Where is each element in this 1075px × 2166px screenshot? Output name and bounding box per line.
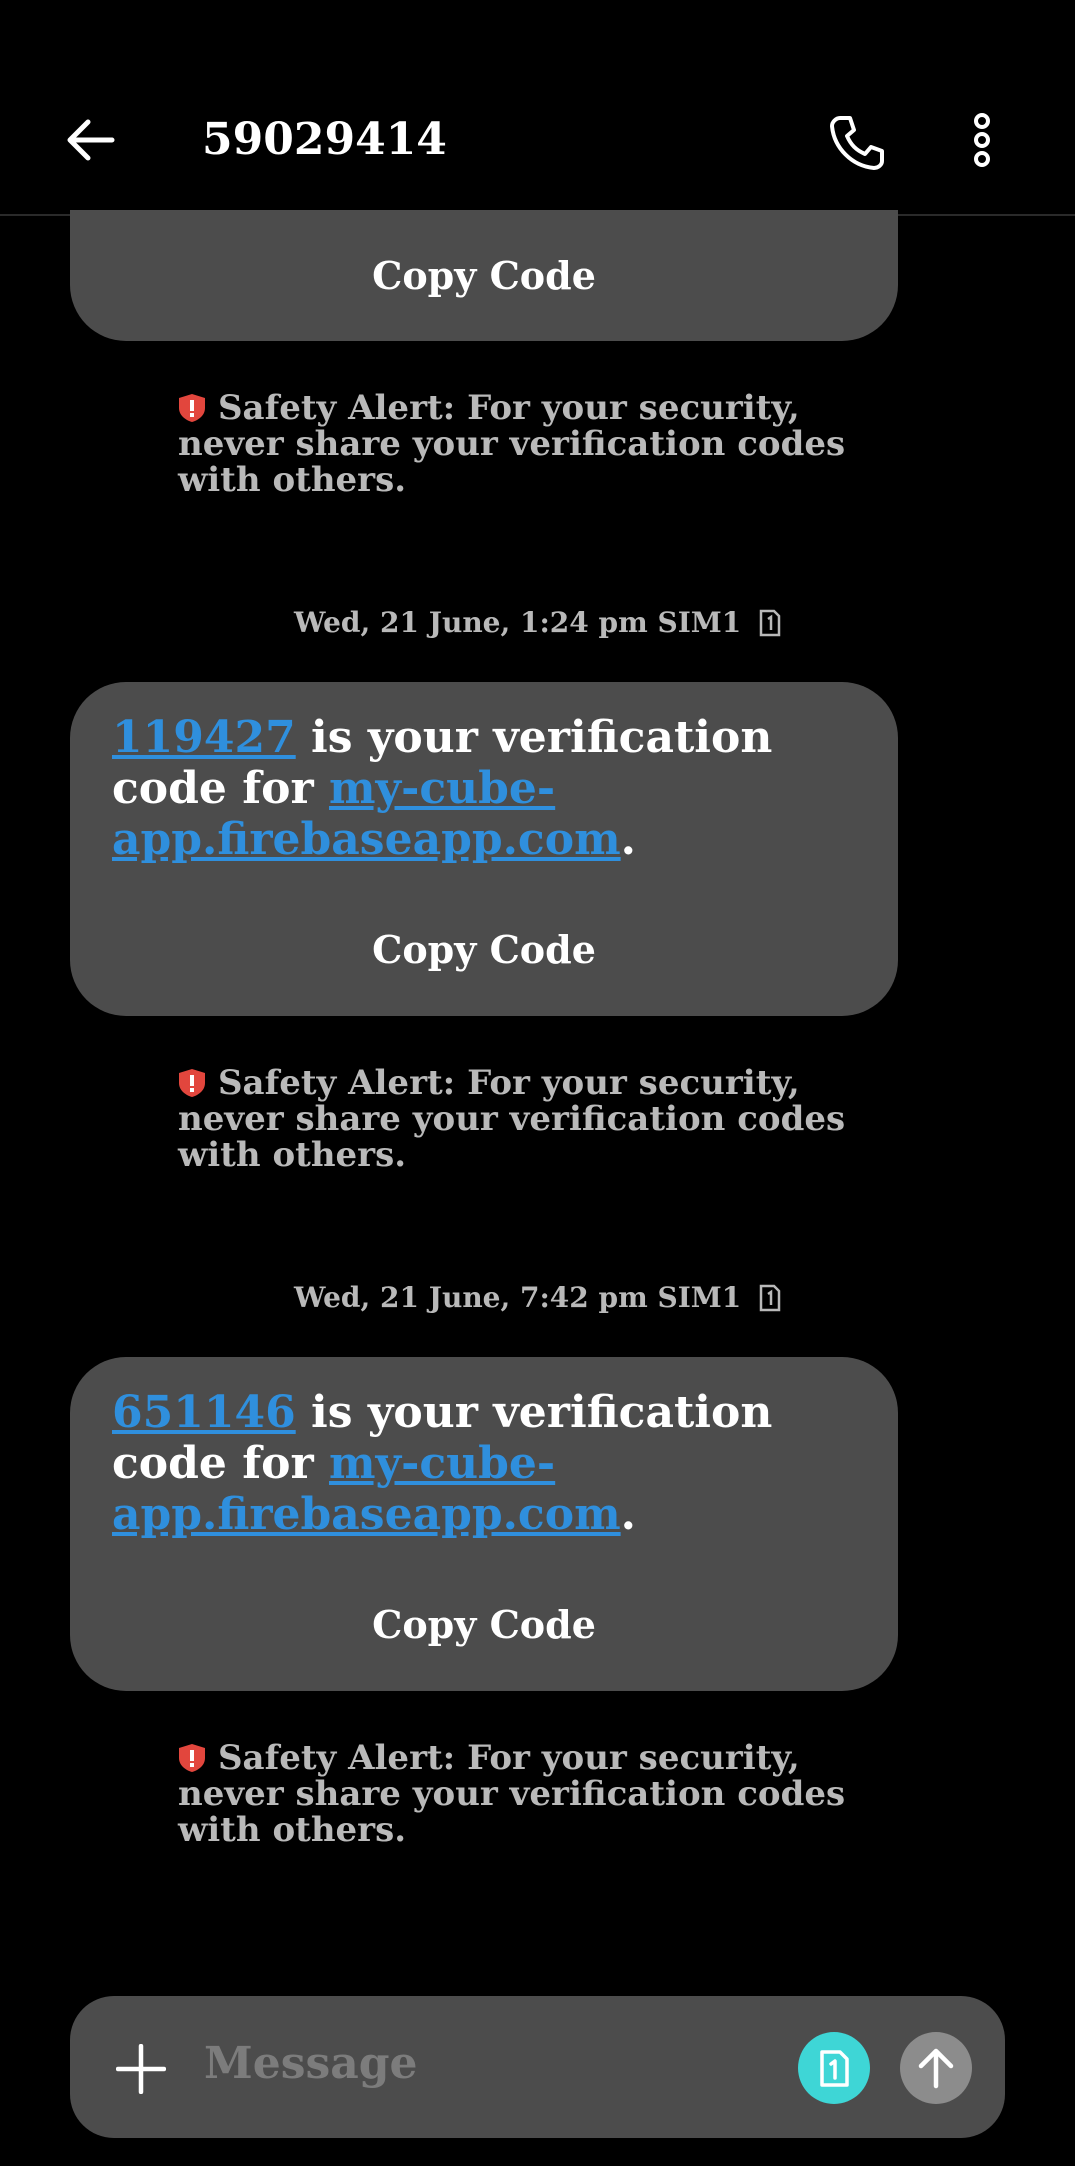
copy-code-button[interactable]: Copy Code xyxy=(70,1601,898,1649)
safety-alert: Safety Alert: For your security, never s… xyxy=(178,390,898,498)
send-arrow-up-icon xyxy=(918,2048,954,2089)
safety-alert: Safety Alert: For your security, never s… xyxy=(178,1740,898,1848)
verification-code-link[interactable]: 651146 xyxy=(112,1387,296,1438)
copy-code-button[interactable]: Copy Code xyxy=(70,252,898,300)
shield-alert-icon xyxy=(179,394,205,422)
plus-icon[interactable] xyxy=(116,2044,166,2094)
sim-select-button[interactable] xyxy=(798,2032,870,2104)
sim-label: SIM1 xyxy=(657,606,742,639)
message-timestamp: Wed, 21 June, 1:24 pm SIM1 xyxy=(0,603,1075,643)
message-text: 119427 is your verification code for my-… xyxy=(112,712,773,865)
message-input[interactable] xyxy=(202,2032,806,2094)
timestamp-text: Wed, 21 June, 7:42 pm xyxy=(293,1281,648,1314)
phone-icon[interactable] xyxy=(826,112,888,174)
message-composer xyxy=(70,1996,1005,2138)
message-text: 651146 is your verification code for my-… xyxy=(112,1387,773,1540)
arrow-left-icon[interactable] xyxy=(62,112,118,168)
timestamp-text: Wed, 21 June, 1:24 pm xyxy=(293,606,648,639)
sim-1-icon xyxy=(820,2050,849,2087)
contact-title: 59029414 xyxy=(202,114,447,165)
send-button[interactable] xyxy=(900,2032,972,2104)
more-vertical-icon[interactable] xyxy=(960,112,1004,168)
shield-alert-icon xyxy=(179,1069,205,1097)
safety-alert-text: Safety Alert: For your security, never s… xyxy=(178,388,846,500)
sim-card-icon xyxy=(759,1284,781,1312)
message-bubble: Copy Code xyxy=(70,210,898,341)
copy-code-button[interactable]: Copy Code xyxy=(70,926,898,974)
message-bubble: 651146 is your verification code for my-… xyxy=(70,1357,898,1691)
verification-code-link[interactable]: 119427 xyxy=(112,712,296,763)
safety-alert: Safety Alert: For your security, never s… xyxy=(178,1065,898,1173)
shield-alert-icon xyxy=(179,1744,205,1772)
message-timestamp: Wed, 21 June, 7:42 pm SIM1 xyxy=(0,1278,1075,1318)
safety-alert-text: Safety Alert: For your security, never s… xyxy=(178,1738,846,1850)
sim-card-icon xyxy=(759,609,781,637)
conversation-header: 59029414 xyxy=(0,0,1075,216)
safety-alert-text: Safety Alert: For your security, never s… xyxy=(178,1063,846,1175)
message-bubble: 119427 is your verification code for my-… xyxy=(70,682,898,1016)
sim-label: SIM1 xyxy=(657,1281,742,1314)
